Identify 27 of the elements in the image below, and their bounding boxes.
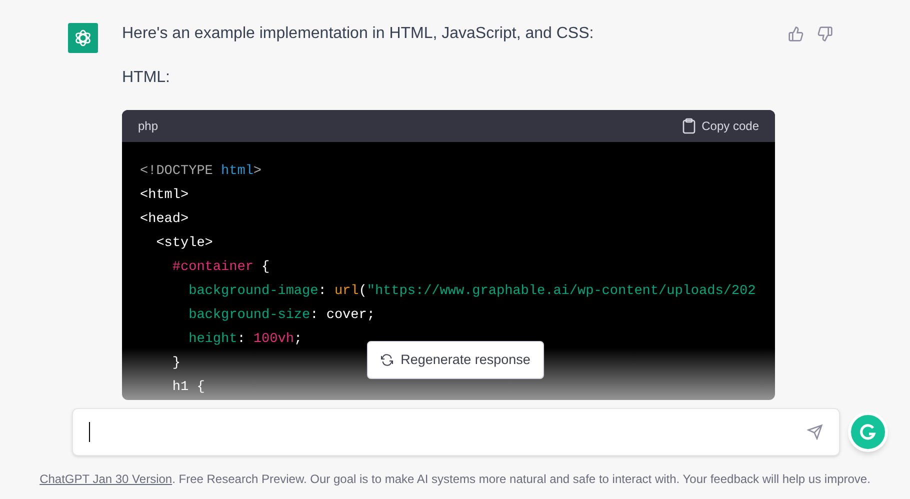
assistant-avatar-icon bbox=[68, 23, 98, 53]
message-text: HTML: bbox=[122, 68, 171, 88]
version-link[interactable]: ChatGPT Jan 30 Version bbox=[40, 472, 172, 486]
code-line: } bbox=[171, 355, 181, 373]
message-input[interactable] bbox=[72, 408, 840, 456]
message-text: Here's an example implementation in HTML, JavaScript, and CSS: bbox=[122, 24, 595, 44]
code-line: <!DOCTYPE html> bbox=[140, 163, 262, 181]
footer-disclaimer: ChatGPT Jan 30 Version. Free Research Preview. Our goal is to make AI systems more natural and safe to interact with. Your feedback will help us improve. bbox=[38, 471, 872, 488]
code-line: <head> bbox=[140, 211, 189, 229]
text-cursor bbox=[89, 422, 90, 442]
thumbs-down-icon[interactable] bbox=[817, 26, 833, 42]
code-line: #container { bbox=[171, 259, 270, 277]
regenerate-response-button[interactable]: Regenerate response bbox=[366, 341, 544, 379]
grammarly-button[interactable] bbox=[848, 412, 888, 452]
copy-code-button[interactable]: Copy code bbox=[682, 117, 759, 135]
code-language: php bbox=[138, 118, 158, 135]
code-line: background-size: cover; bbox=[188, 307, 375, 325]
code-line: h1 { bbox=[171, 379, 205, 397]
code-line: background-image: url("https://www.graphable.ai/wp-content/uploads/202 bbox=[188, 283, 756, 301]
grammarly-g-icon bbox=[858, 422, 878, 442]
code-line: height: 100vh; bbox=[188, 331, 302, 349]
refresh-icon bbox=[380, 354, 393, 366]
code-line: <style> bbox=[155, 235, 213, 253]
clipboard-icon bbox=[682, 118, 696, 134]
send-icon[interactable] bbox=[807, 424, 823, 440]
code-line: <html> bbox=[140, 187, 189, 205]
thumbs-up-icon[interactable] bbox=[788, 26, 804, 42]
